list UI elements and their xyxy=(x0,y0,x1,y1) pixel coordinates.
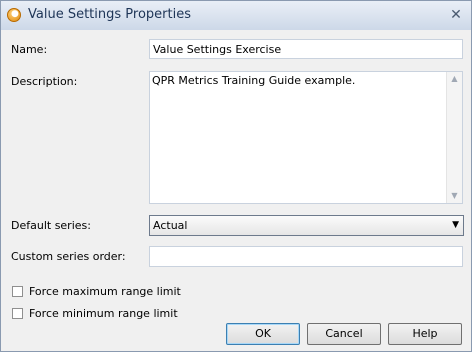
dialog-window: ● Value Settings Properties ✕ Name: Desc… xyxy=(0,0,472,352)
description-scrollbar[interactable]: ▲ ▼ xyxy=(446,72,462,203)
force-min-row[interactable]: Force minimum range limit xyxy=(12,306,178,320)
default-series-value: Actual xyxy=(153,219,188,232)
qpr-app-icon: ● xyxy=(7,8,21,22)
custom-series-order-field[interactable] xyxy=(149,246,463,267)
window-title: Value Settings Properties xyxy=(28,7,191,22)
close-icon[interactable]: ✕ xyxy=(448,8,464,22)
title-bar[interactable]: ● Value Settings Properties ✕ xyxy=(1,1,471,30)
description-label: Description: xyxy=(11,75,78,88)
name-label: Name: xyxy=(11,43,48,56)
force-max-label: Force maximum range limit xyxy=(29,284,181,298)
chevron-down-icon[interactable]: ▼ xyxy=(452,220,459,230)
help-button[interactable]: Help xyxy=(388,323,462,345)
ok-button[interactable]: OK xyxy=(226,323,300,345)
description-textarea[interactable]: QPR Metrics Training Guide example. ▲ ▼ xyxy=(149,71,463,204)
scroll-up-arrow-icon[interactable]: ▲ xyxy=(447,72,462,86)
force-max-row[interactable]: Force maximum range limit xyxy=(12,284,181,298)
cancel-button[interactable]: Cancel xyxy=(307,323,381,345)
name-field[interactable] xyxy=(149,39,463,59)
force-max-checkbox[interactable] xyxy=(12,285,23,297)
default-series-select[interactable]: Actual ▼ xyxy=(149,215,464,236)
custom-series-order-label: Custom series order: xyxy=(11,250,126,263)
force-min-checkbox[interactable] xyxy=(12,307,23,319)
description-text: QPR Metrics Training Guide example. xyxy=(152,74,356,87)
default-series-label: Default series: xyxy=(11,219,91,232)
scroll-down-arrow-icon[interactable]: ▼ xyxy=(447,189,462,203)
force-min-label: Force minimum range limit xyxy=(29,306,178,320)
